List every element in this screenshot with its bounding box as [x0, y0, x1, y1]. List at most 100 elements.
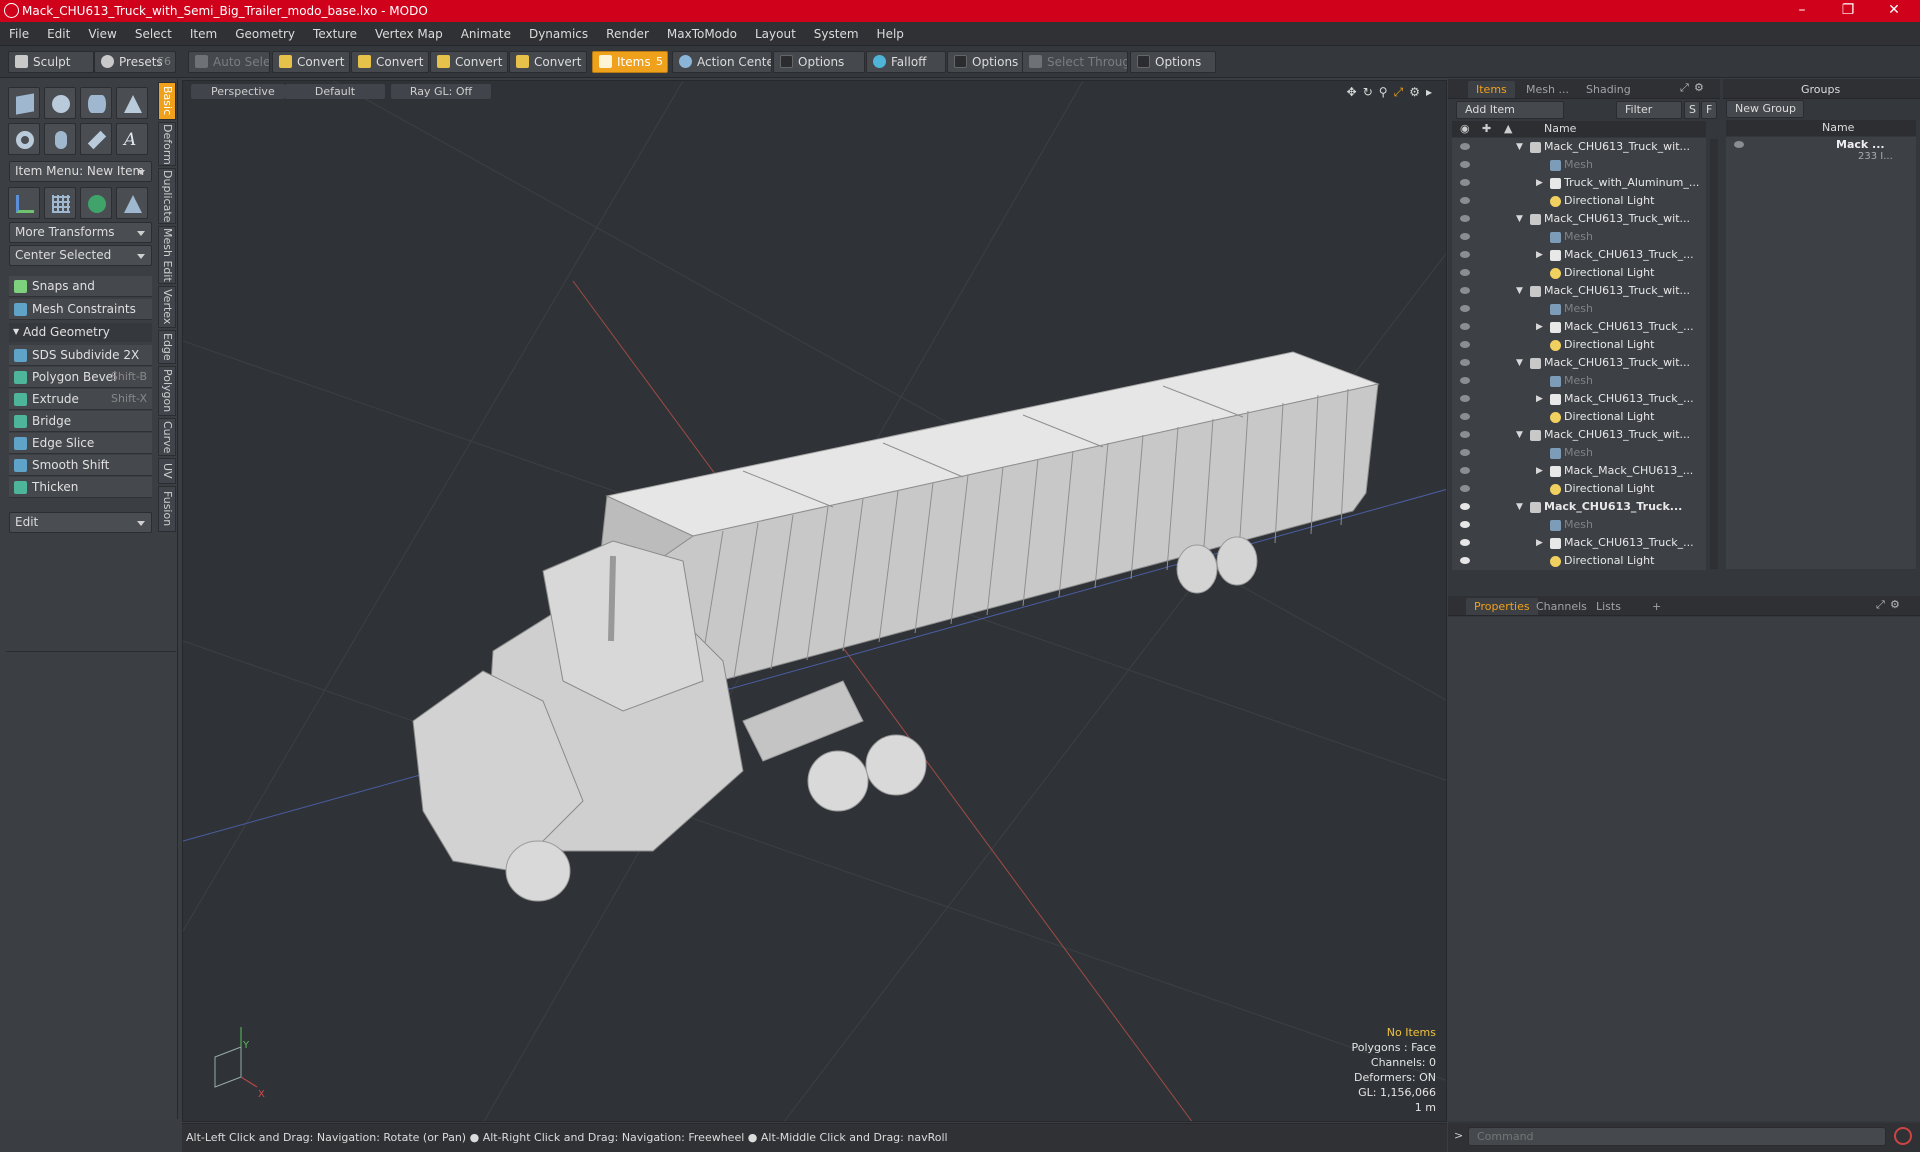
item-row[interactable]: ▼ Mack_CHU613_Truck_wit...: [1452, 354, 1706, 372]
items-scrollbar[interactable]: [1710, 139, 1718, 569]
visibility-eye-icon[interactable]: [1460, 161, 1470, 168]
select-through-button[interactable]: Select Through: [1022, 51, 1128, 73]
auto-select-button[interactable]: Auto Select: [188, 51, 270, 73]
cone-primitive-button[interactable]: [116, 87, 148, 119]
collapse-arrow-icon[interactable]: ▼: [1516, 426, 1523, 444]
zoom-view-icon[interactable]: ⚲: [1379, 85, 1388, 100]
group-row[interactable]: Mack ... 233 I...: [1726, 137, 1916, 167]
presets-button[interactable]: Presets F6: [94, 51, 176, 73]
item-row[interactable]: Directional Light: [1452, 480, 1706, 498]
visibility-eye-icon[interactable]: [1460, 395, 1470, 402]
menu-texture[interactable]: Texture: [304, 22, 366, 46]
tab-mesh[interactable]: Mesh ...: [1518, 81, 1577, 98]
cylinder-primitive-button[interactable]: [80, 87, 112, 119]
sculpt-button[interactable]: Sculpt: [8, 51, 94, 73]
item-row[interactable]: ▼ Mack_CHU613_Truck_wit...: [1452, 210, 1706, 228]
globe-button[interactable]: [80, 187, 112, 219]
visibility-eye-icon[interactable]: [1460, 503, 1470, 510]
convert-button-2[interactable]: Convert: [351, 51, 429, 73]
visibility-eye-icon[interactable]: [1460, 251, 1470, 258]
pen-tool-button[interactable]: [80, 123, 112, 155]
item-row[interactable]: ▶ Mack_CHU613_Truck_...: [1452, 390, 1706, 408]
add-item-dropdown[interactable]: Add Item: [1456, 101, 1564, 119]
item-row[interactable]: ▼ Mack_CHU613_Truck...: [1452, 498, 1706, 516]
item-row[interactable]: ▼ Mack_CHU613_Truck_wit...: [1452, 426, 1706, 444]
filter-items-button[interactable]: Filter Items: [1616, 101, 1682, 132]
move-view-icon[interactable]: ✥: [1347, 85, 1357, 100]
fit-view-icon[interactable]: ⤢: [1394, 85, 1404, 100]
panel-settings-icon[interactable]: ⚙: [1694, 81, 1704, 94]
menu-geometry[interactable]: Geometry: [226, 22, 304, 46]
vtab-fusion[interactable]: Fusion: [158, 486, 176, 532]
visibility-eye-icon[interactable]: [1460, 233, 1470, 240]
options-button-2[interactable]: Options: [947, 51, 1027, 73]
record-icon[interactable]: [1894, 1127, 1912, 1145]
visibility-eye-icon[interactable]: [1460, 215, 1470, 222]
vtab-vertex[interactable]: Vertex: [158, 286, 176, 328]
expand-arrow-icon[interactable]: ▶: [1536, 390, 1543, 408]
sds-subdivide-button[interactable]: SDS Subdivide 2X: [9, 345, 152, 366]
command-input[interactable]: [1468, 1127, 1886, 1146]
item-row[interactable]: ▶ Mack_CHU613_Truck_...: [1452, 246, 1706, 264]
panel-expand-icon[interactable]: ⤢: [1680, 81, 1689, 95]
mesh-constraints-button[interactable]: Mesh Constraints: [9, 299, 152, 320]
collapse-arrow-icon[interactable]: ▼: [1516, 282, 1523, 300]
convert-button-4[interactable]: Convert: [509, 51, 587, 73]
menu-render[interactable]: Render: [597, 22, 658, 46]
more-transforms-dropdown[interactable]: More Transforms: [9, 222, 152, 243]
item-row[interactable]: Mesh: [1452, 228, 1706, 246]
capsule-primitive-button[interactable]: [44, 123, 76, 155]
torus-primitive-button[interactable]: [8, 123, 40, 155]
item-row[interactable]: Mesh: [1452, 444, 1706, 462]
vtab-basic[interactable]: Basic: [158, 82, 176, 120]
vtab-uv[interactable]: UV: [158, 458, 176, 484]
cube-primitive-button[interactable]: [8, 87, 40, 119]
vtab-mesh-edit[interactable]: Mesh Edit: [158, 226, 176, 284]
vtab-deform[interactable]: Deform: [158, 122, 176, 166]
polygon-bevel-button[interactable]: Polygon Bevel Shift-B: [9, 367, 152, 388]
tab-items[interactable]: Items: [1468, 81, 1515, 98]
options-button-3[interactable]: Options: [1130, 51, 1216, 73]
item-row[interactable]: Mesh: [1452, 372, 1706, 390]
visibility-eye-icon[interactable]: [1460, 179, 1470, 186]
extrude-button[interactable]: Extrude Shift-X: [9, 389, 152, 410]
edit-dropdown[interactable]: Edit: [9, 512, 152, 533]
visibility-eye-icon[interactable]: [1460, 557, 1470, 564]
menu-dynamics[interactable]: Dynamics: [520, 22, 597, 46]
item-row[interactable]: ▶ Mack_Mack_CHU613_...: [1452, 462, 1706, 480]
item-row[interactable]: Mesh: [1452, 516, 1706, 534]
visibility-eye-icon[interactable]: [1460, 539, 1470, 546]
expand-arrow-icon[interactable]: ▶: [1536, 462, 1543, 480]
shading-dropdown[interactable]: Default: [285, 84, 385, 99]
item-row[interactable]: ▶ Mack_CHU613_Truck_...: [1452, 534, 1706, 552]
menu-select[interactable]: Select: [126, 22, 181, 46]
transform-button[interactable]: [8, 187, 40, 219]
collapse-arrow-icon[interactable]: ▼: [1516, 354, 1523, 372]
options-button-1[interactable]: Options: [773, 51, 865, 73]
expand-arrow-icon[interactable]: ▶: [1536, 318, 1543, 336]
visibility-eye-icon[interactable]: [1460, 467, 1470, 474]
item-row[interactable]: Directional Light: [1452, 552, 1706, 570]
smooth-shift-button[interactable]: Smooth Shift: [9, 455, 152, 476]
properties-expand-icon[interactable]: ⤢: [1876, 598, 1885, 612]
item-row[interactable]: ▼ Mack_CHU613_Truck_wit...: [1452, 282, 1706, 300]
visibility-eye-icon[interactable]: [1460, 431, 1470, 438]
item-row[interactable]: Directional Light: [1452, 192, 1706, 210]
item-menu-dropdown[interactable]: Item Menu: New Item: [9, 161, 152, 182]
menu-animate[interactable]: Animate: [452, 22, 520, 46]
items-mode-button[interactable]: Items 5: [592, 51, 668, 73]
visibility-eye-icon[interactable]: [1460, 287, 1470, 294]
menu-maxtomodo[interactable]: MaxToModo: [658, 22, 746, 46]
properties-settings-icon[interactable]: ⚙: [1890, 598, 1900, 611]
close-button[interactable]: ✕: [1872, 0, 1916, 22]
item-row[interactable]: Directional Light: [1452, 264, 1706, 282]
collapse-arrow-icon[interactable]: ▼: [1516, 138, 1523, 156]
menu-file[interactable]: File: [0, 22, 38, 46]
add-geometry-section[interactable]: ▼ Add Geometry: [9, 323, 152, 342]
convert-button-3[interactable]: Convert: [430, 51, 508, 73]
vtab-curve[interactable]: Curve: [158, 418, 176, 456]
add-tab-button[interactable]: +: [1644, 598, 1669, 615]
item-row[interactable]: Directional Light: [1452, 408, 1706, 426]
menu-help[interactable]: Help: [868, 22, 913, 46]
visibility-eye-icon[interactable]: [1460, 341, 1470, 348]
